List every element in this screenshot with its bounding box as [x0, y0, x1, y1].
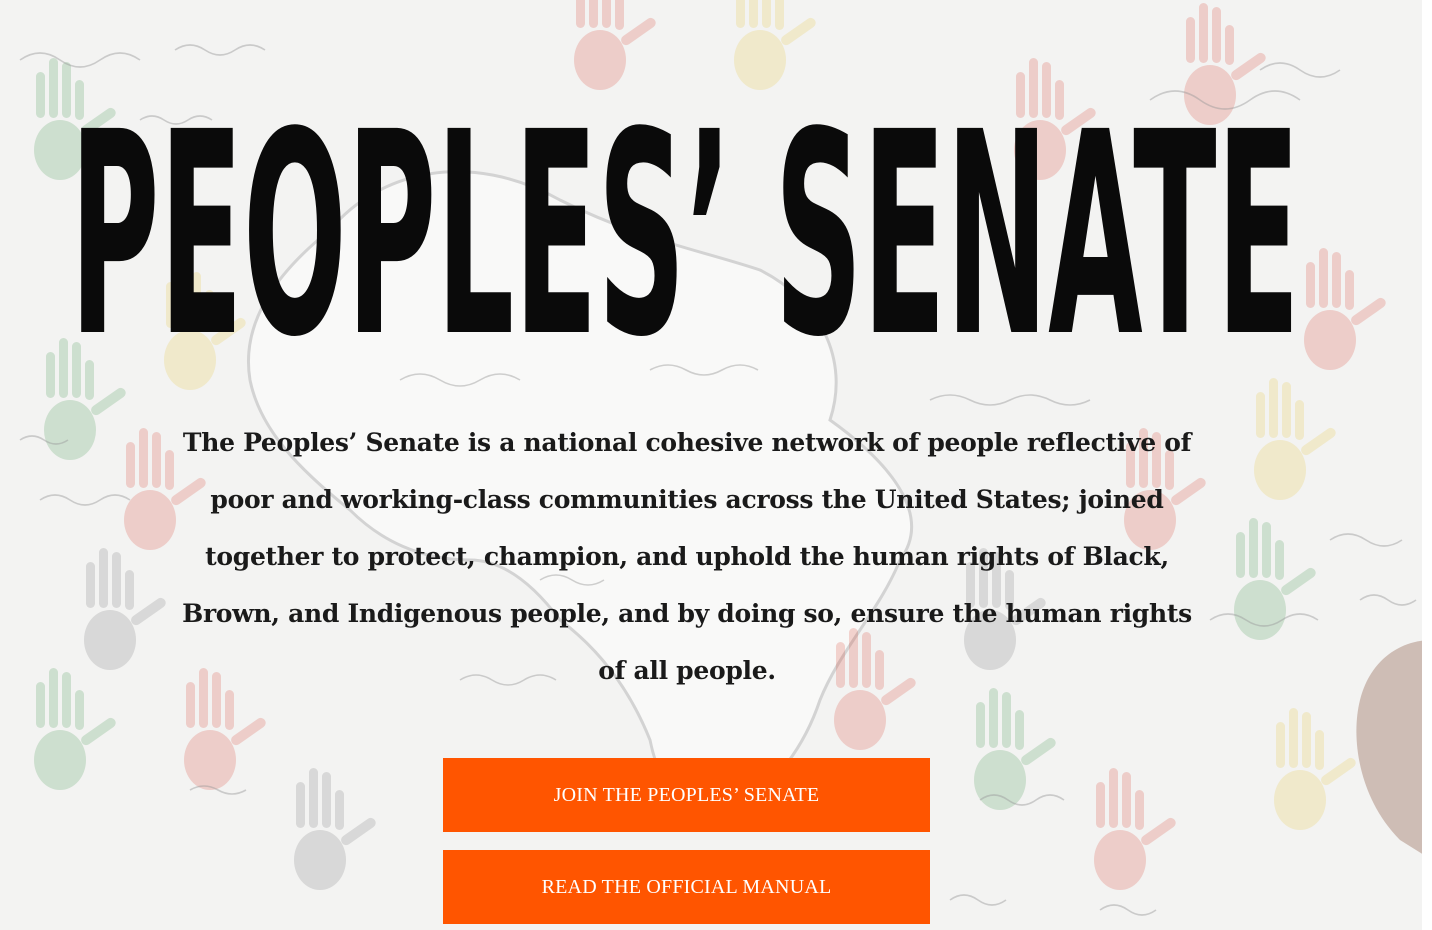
landing-page: PEOPLES’ SENATE The Peoples’ Senate is a… — [0, 0, 1432, 930]
join-button[interactable]: JOIN THE PEOPLES’ SENATE — [443, 758, 930, 832]
page-title-text: PEOPLES’ SENATE — [70, 73, 1300, 362]
page-title: PEOPLES’ SENATE — [60, 72, 1310, 362]
mission-statement: The Peoples’ Senate is a national cohesi… — [182, 428, 1192, 685]
read-manual-button[interactable]: READ THE OFFICIAL MANUAL — [443, 850, 930, 924]
page-edge — [1422, 0, 1432, 930]
